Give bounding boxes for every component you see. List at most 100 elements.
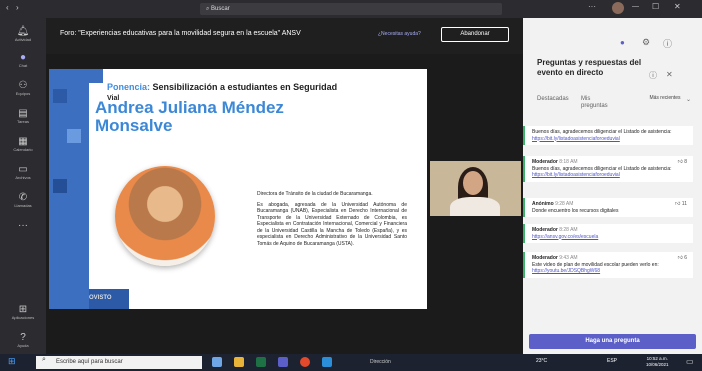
chat-icon: ● [19, 52, 27, 63]
panel-close-icon[interactable]: ✕ [666, 70, 673, 79]
rail-item-equipos[interactable]: ⚇ Equipos [0, 80, 46, 96]
meeting-header: Foro: "Experiencias educativas para la m… [46, 18, 523, 54]
message-time: 8:18 AM [559, 159, 578, 165]
leave-button[interactable]: Abandonar [441, 27, 509, 42]
message-link[interactable]: https://ansv.gov.co/es/escuela [532, 234, 689, 241]
app-rail: 🔔︎ Actividad ● Chat ⚇ Equipos ▤ Tareas ▦ Cale… [0, 18, 46, 354]
rail-item-chat[interactable]: ● Chat [0, 52, 46, 68]
info-icon[interactable]: ⓘ [663, 37, 672, 50]
qna-info-icon[interactable]: ⓘ [649, 70, 657, 81]
forward-icon[interactable]: › [16, 3, 19, 12]
rail-label: Calendario [13, 147, 33, 152]
message-link[interactable]: https://bit.ly/listadoasistenciaforoeduv… [532, 172, 689, 179]
rail-item-llamadas[interactable]: ✆ Llamadas [0, 192, 46, 208]
excel-icon[interactable] [256, 357, 266, 367]
rail-item-calendario[interactable]: ▦ Calendario [0, 136, 46, 152]
taskbar-search-placeholder: Escribe aquí para buscar [56, 359, 123, 365]
language-indicator[interactable]: ESP [607, 358, 617, 364]
tab-destacadas[interactable]: Destacadas [537, 96, 569, 102]
slide-block [89, 69, 103, 83]
like-count[interactable]: 👍︎ 11 [675, 201, 687, 208]
phone-icon: ✆ [18, 192, 28, 203]
rail-label: Actividad [14, 37, 32, 42]
slide-block [67, 129, 81, 143]
files-icon: ▭ [18, 164, 28, 175]
message-link[interactable]: https://bit.ly/listadoasistenciaforoeduv… [532, 136, 689, 143]
more-options-icon[interactable]: ··· [588, 2, 596, 11]
ask-question-button[interactable]: Haga una pregunta [529, 334, 696, 349]
speaker-photo [115, 166, 215, 266]
speaker-bio: Directora de Tránsito de la ciudad de Bu… [257, 191, 407, 251]
meeting-stage: Ponencia: Sensibilización a estudiantes … [46, 54, 523, 354]
weather-widget[interactable]: 23°C [536, 358, 547, 364]
help-icon: ? [20, 332, 26, 343]
rail-label: Llamadas [14, 203, 32, 208]
message-author: Moderador [532, 159, 558, 165]
list-item[interactable]: Anónimo 9:28 AM Donde encuentro los recu… [523, 198, 693, 217]
bell-icon: 🔔︎ [16, 26, 30, 37]
rail-label: Tareas [16, 119, 29, 124]
back-icon[interactable]: ‹ [6, 3, 9, 12]
search-placeholder: Buscar [211, 6, 230, 12]
apps-icon: ⊞ [18, 304, 28, 315]
participant-body [450, 197, 500, 216]
notifications-icon[interactable]: ▭ [686, 357, 694, 366]
ponencia-title: Sensibilización a estudiantes en Segurid… [152, 82, 338, 92]
maximize-icon[interactable]: ☐ [652, 2, 659, 11]
slide-block [53, 89, 67, 103]
slide-logo: OVISTO [89, 295, 112, 301]
more-icon: ··· [18, 220, 28, 231]
rail-item-actividad[interactable]: 🔔︎ Actividad [0, 26, 46, 42]
chat-bubble-icon[interactable]: ● [620, 38, 625, 47]
rail-label: Equipos [15, 91, 31, 96]
minimize-icon[interactable]: — [632, 3, 639, 10]
rail-item-tareas[interactable]: ▤ Tareas [0, 108, 46, 124]
teams-icon: ⚇ [18, 80, 28, 91]
task-view-icon[interactable] [212, 357, 222, 367]
tab-mis-preguntas[interactable]: Mis preguntas [581, 96, 617, 110]
message-text: Donde encuentro los recursos digitales [532, 207, 619, 214]
rail-item-aplicaciones[interactable]: ⊞ Aplicaciones [0, 304, 46, 320]
rail-item-archivos[interactable]: ▭ Archivos [0, 164, 46, 180]
message-author: Moderador [532, 255, 558, 261]
rail-label: Ayuda [17, 343, 29, 348]
address-toolbar[interactable]: Dirección [346, 356, 466, 369]
windows-taskbar: ⊞ Escribe aquí para buscar ⌕ Dirección 2… [0, 354, 702, 371]
help-link[interactable]: ¿Necesitas ayuda? [378, 31, 421, 37]
user-avatar[interactable] [612, 2, 624, 14]
search-input[interactable]: ⌕ Buscar [200, 3, 502, 15]
bio-text: Es abogada, agresada de la Universidad A… [257, 201, 407, 247]
list-item[interactable]: Moderador 8:18 AM Buenos días, agradecem… [523, 156, 693, 182]
list-item[interactable]: Moderador 9:43 AM Este video de plan de … [523, 252, 693, 278]
close-icon[interactable]: ✕ [674, 2, 681, 11]
windows-start-icon[interactable]: ⊞ [8, 356, 16, 367]
like-count[interactable]: 👍︎ 8 [678, 159, 687, 166]
slide-ponencia-heading: Ponencia: Sensibilización a estudiantes … [107, 82, 337, 92]
file-explorer-icon[interactable] [234, 357, 244, 367]
clock[interactable]: 10:52 a.m. 10/06/2021 [646, 356, 669, 368]
sort-dropdown[interactable]: Más recientes [649, 95, 681, 101]
taskbar-search-input[interactable]: Escribe aquí para buscar [36, 356, 202, 369]
message-time: 8:28 AM [559, 227, 578, 233]
address-label: Dirección [370, 359, 391, 365]
gear-icon[interactable]: ⚙ [642, 37, 650, 48]
assignments-icon: ▤ [18, 108, 28, 119]
message-author: Moderador [532, 227, 558, 233]
photos-icon[interactable] [322, 357, 332, 367]
speaker-name: Andrea Juliana Méndez Monsalve [95, 98, 284, 135]
like-number: 8 [684, 159, 687, 165]
chrome-icon[interactable] [300, 357, 310, 367]
rail-more-button[interactable]: ··· [0, 220, 46, 231]
title-bar: ‹ › ⌕ Buscar ··· — ☐ ✕ [0, 0, 702, 18]
rail-label: Archivos [15, 175, 31, 180]
participant-video[interactable] [430, 161, 521, 216]
qna-panel: ● ⚙ ⓘ Preguntas y respuestas del evento … [523, 18, 702, 354]
list-item[interactable]: Moderador 8:28 AM https://ansv.gov.co/es… [523, 224, 693, 243]
rail-item-ayuda[interactable]: ? Ayuda [0, 332, 46, 348]
list-item[interactable]: Buenos días, agradecemos diligenciar el … [523, 126, 693, 145]
slide-block [53, 179, 67, 193]
teams-taskbar-icon[interactable] [278, 357, 288, 367]
like-count[interactable]: 👍︎ 6 [678, 255, 687, 262]
message-link[interactable]: https://youtu.be/JDSQBhgW68 [532, 268, 689, 275]
chevron-down-icon[interactable]: ⌄ [686, 96, 691, 103]
